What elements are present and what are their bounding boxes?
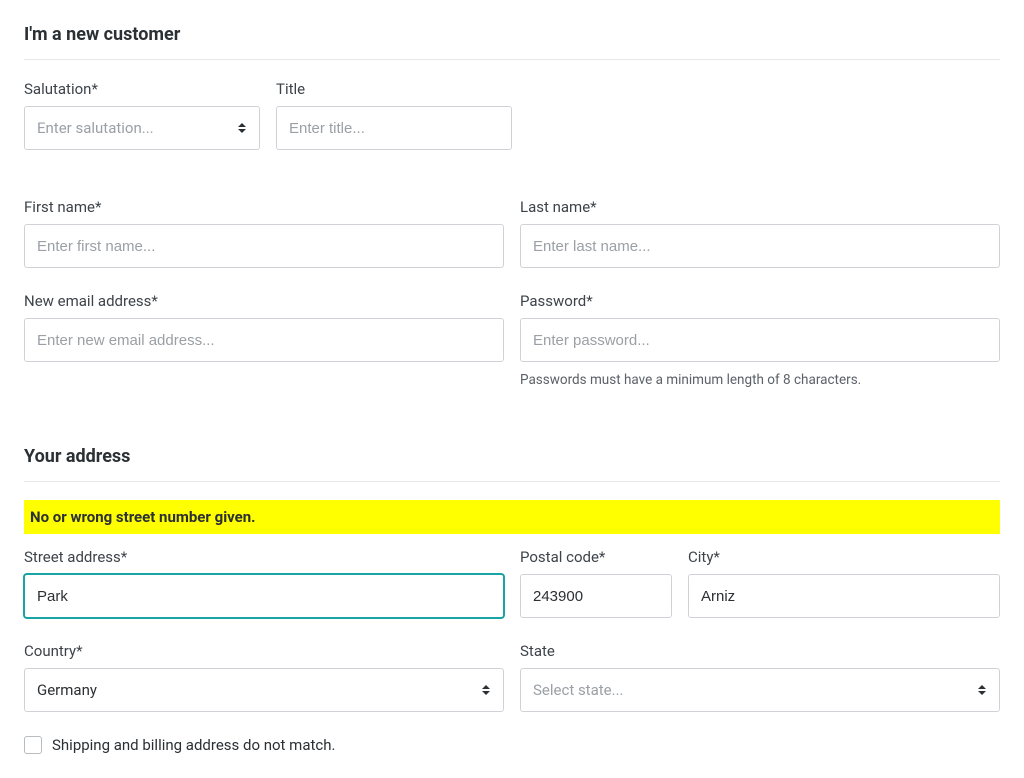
- street-input[interactable]: [24, 574, 504, 618]
- salutation-group: Salutation* Enter salutation...: [24, 80, 260, 150]
- updown-icon: [481, 683, 491, 697]
- email-label: New email address*: [24, 292, 504, 310]
- postal-group: Postal code*: [520, 548, 672, 618]
- shipping-mismatch-label[interactable]: Shipping and billing address do not matc…: [52, 736, 335, 754]
- password-hint: Passwords must have a minimum length of …: [520, 372, 1000, 388]
- lastname-label: Last name*: [520, 198, 1000, 216]
- title-label: Title: [276, 80, 512, 98]
- state-select-text: Select state...: [533, 681, 623, 699]
- shipping-mismatch-checkbox[interactable]: [24, 736, 42, 754]
- postal-input[interactable]: [520, 574, 672, 618]
- city-group: City*: [688, 548, 1000, 618]
- password-label: Password*: [520, 292, 1000, 310]
- street-label: Street address*: [24, 548, 504, 566]
- country-select-text: Germany: [37, 681, 97, 699]
- title-input[interactable]: [276, 106, 512, 150]
- shipping-mismatch-row: Shipping and billing address do not matc…: [24, 736, 1000, 754]
- password-group: Password* Passwords must have a minimum …: [520, 292, 1000, 388]
- state-select[interactable]: Select state...: [520, 668, 1000, 712]
- street-number-alert: No or wrong street number given.: [24, 500, 1000, 534]
- state-group: State Select state...: [520, 642, 1000, 712]
- firstname-group: First name*: [24, 198, 504, 268]
- firstname-input[interactable]: [24, 224, 504, 268]
- salutation-label: Salutation*: [24, 80, 260, 98]
- city-input[interactable]: [688, 574, 1000, 618]
- country-label: Country*: [24, 642, 504, 660]
- lastname-input[interactable]: [520, 224, 1000, 268]
- title-group: Title: [276, 80, 512, 150]
- email-input[interactable]: [24, 318, 504, 362]
- salutation-select[interactable]: Enter salutation...: [24, 106, 260, 150]
- country-select[interactable]: Germany: [24, 668, 504, 712]
- salutation-select-text: Enter salutation...: [37, 119, 154, 137]
- postal-label: Postal code*: [520, 548, 672, 566]
- updown-icon: [237, 121, 247, 135]
- updown-icon: [977, 683, 987, 697]
- state-label: State: [520, 642, 1000, 660]
- section-title-address: Your address: [24, 446, 1000, 482]
- street-group: Street address*: [24, 548, 504, 618]
- password-input[interactable]: [520, 318, 1000, 362]
- section-title-new-customer: I'm a new customer: [24, 24, 1000, 60]
- firstname-label: First name*: [24, 198, 504, 216]
- lastname-group: Last name*: [520, 198, 1000, 268]
- city-label: City*: [688, 548, 1000, 566]
- email-group: New email address*: [24, 292, 504, 388]
- country-group: Country* Germany: [24, 642, 504, 712]
